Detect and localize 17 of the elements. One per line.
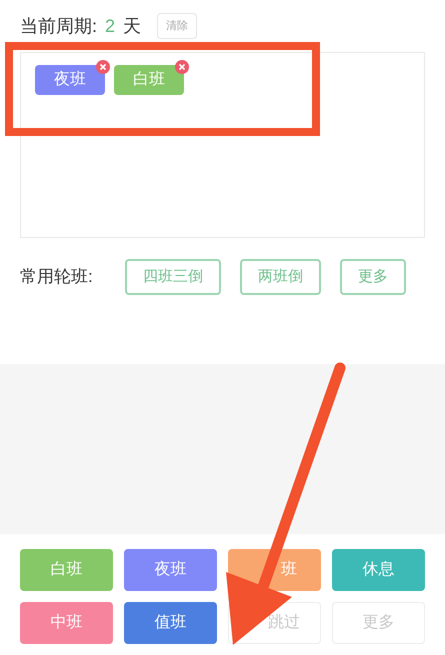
shift-button[interactable]: 夜班 (124, 549, 217, 591)
common-rotations-label: 常用轮班: (20, 266, 94, 288)
rotation-button[interactable]: 两班倒 (240, 259, 321, 295)
shift-button[interactable]: 值班 (124, 602, 217, 644)
remove-icon[interactable] (96, 60, 110, 74)
shift-button[interactable]: 休息 (332, 549, 425, 591)
cycle-label: 当前周期: (20, 14, 98, 38)
rotation-button[interactable]: 四班三倒 (125, 259, 221, 295)
shift-chip[interactable]: 夜班 (35, 65, 105, 95)
shift-button[interactable]: 白班 (20, 549, 113, 591)
cycle-unit: 天 (123, 14, 142, 38)
clear-button[interactable]: 清除 (157, 13, 198, 39)
remove-icon[interactable] (175, 60, 189, 74)
shift-chip[interactable]: 白班 (114, 65, 184, 95)
cycle-count: 2 (105, 14, 116, 38)
shift-button[interactable]: 中班 (20, 602, 113, 644)
rotation-button[interactable]: 更多 (340, 259, 406, 295)
